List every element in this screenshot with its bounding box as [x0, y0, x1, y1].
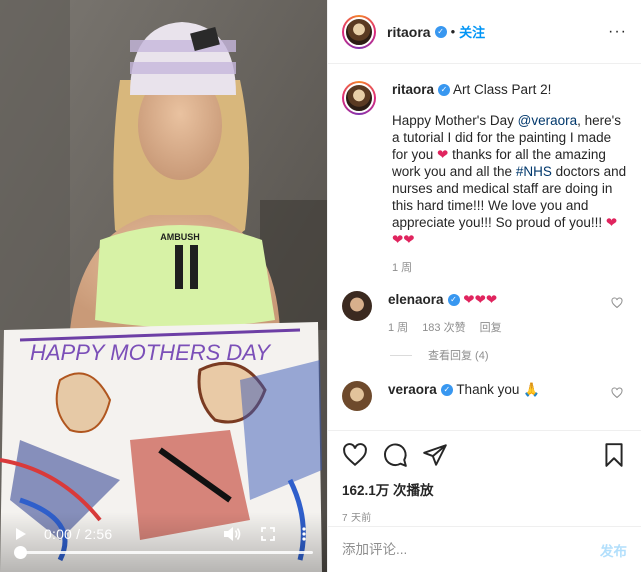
post-comment-button[interactable]: 发布	[600, 540, 627, 560]
video-frame: AMBUSH HAPPY MOTHERS DAY	[0, 0, 327, 572]
comments-section[interactable]: ritaora ✓ Art Class Part 2! Happy Mother'…	[328, 65, 641, 430]
comment-username[interactable]: elenaora	[388, 292, 444, 307]
view-replies-button[interactable]: 查看回复 (4)	[390, 347, 627, 363]
comment-time[interactable]: 1 周	[388, 320, 408, 337]
avatar[interactable]	[342, 381, 372, 411]
avatar[interactable]	[342, 291, 372, 321]
divider	[390, 354, 412, 356]
like-comment-heart-icon[interactable]	[611, 387, 623, 399]
add-comment-bar: 发布	[328, 526, 641, 572]
time-separator: /	[76, 526, 81, 542]
caption-meta: 1 周	[392, 260, 627, 277]
mention-link[interactable]: @veraora	[518, 113, 577, 128]
video-time: 0:00 / 2:56	[44, 526, 112, 542]
verified-icon: ✓	[447, 294, 460, 307]
comment-username[interactable]: veraora	[388, 382, 437, 397]
comment-icon[interactable]	[382, 442, 408, 468]
video-controls-row: 0:00 / 2:56	[12, 522, 315, 546]
avatar[interactable]	[342, 14, 376, 49]
svg-text:HAPPY MOTHERS DAY: HAPPY MOTHERS DAY	[30, 340, 271, 365]
post-modal: AMBUSH HAPPY MOTHERS DAY 0:00 / 2:56 rit…	[0, 0, 641, 572]
comment-likes[interactable]: 183 次赞	[422, 320, 465, 337]
verified-icon: ✓	[434, 25, 447, 38]
like-comment-heart-icon[interactable]	[611, 297, 623, 309]
heart-emoji-icon: ❤	[437, 147, 449, 162]
more-options-icon[interactable]: ···	[608, 23, 627, 41]
comment-text: Thank you 🙏	[456, 382, 540, 397]
caption-text-part: Happy Mother's Day	[392, 113, 518, 128]
follow-button[interactable]: 关注	[459, 22, 485, 41]
post-caption: ritaora ✓ Art Class Part 2! Happy Mother'…	[342, 81, 627, 277]
comment-input[interactable]	[342, 542, 600, 557]
action-bar	[342, 439, 627, 471]
volume-icon[interactable]	[221, 524, 243, 544]
video-progress-knob[interactable]	[14, 546, 27, 559]
view-replies-label: 查看回复 (4)	[428, 350, 489, 362]
video-progress-bar[interactable]	[14, 546, 313, 559]
avatar[interactable]	[342, 81, 376, 115]
current-time: 0:00	[44, 526, 73, 542]
comment-item: veraora ✓ Thank you 🙏	[342, 381, 627, 411]
post-sidebar: ritaora ✓ • 关注 ··· ritaora ✓ Art Class Pa…	[327, 0, 641, 572]
verified-icon: ✓	[440, 384, 453, 397]
share-icon[interactable]	[422, 442, 448, 468]
comment-meta: 1 周 183 次赞 回复	[388, 320, 627, 337]
caption-title: Art Class Part 2!	[453, 82, 552, 97]
comment-item: elenaora ✓ ❤❤❤ 1 周 183 次赞 回复	[342, 291, 627, 337]
duration: 2:56	[84, 526, 113, 542]
reply-button[interactable]: 回复	[480, 320, 502, 337]
post-actions: 162.1万 次播放 7 天前	[328, 430, 641, 524]
caption-username[interactable]: ritaora	[392, 82, 434, 97]
header-username[interactable]: ritaora	[387, 24, 431, 40]
hashtag-link[interactable]: #NHS	[516, 164, 552, 179]
save-bookmark-icon[interactable]	[601, 442, 627, 468]
fullscreen-icon[interactable]	[257, 524, 279, 544]
more-vertical-icon[interactable]	[293, 524, 315, 544]
header-dot: •	[450, 24, 456, 39]
view-count[interactable]: 162.1万 次播放	[342, 479, 627, 499]
video-player[interactable]: AMBUSH HAPPY MOTHERS DAY 0:00 / 2:56	[0, 0, 327, 572]
like-heart-icon[interactable]	[342, 442, 368, 468]
verified-icon: ✓	[438, 84, 451, 97]
caption-text: Happy Mother's Day @veraora, here's a tu…	[392, 112, 627, 248]
post-header: ritaora ✓ • 关注 ···	[328, 0, 641, 64]
post-age[interactable]: 7 天前	[342, 509, 627, 524]
video-controls: 0:00 / 2:56	[0, 512, 327, 572]
play-icon[interactable]	[12, 525, 30, 543]
caption-time[interactable]: 1 周	[392, 260, 412, 277]
heart-emoji-icon: ❤❤❤	[463, 292, 498, 307]
svg-text:AMBUSH: AMBUSH	[160, 232, 200, 242]
